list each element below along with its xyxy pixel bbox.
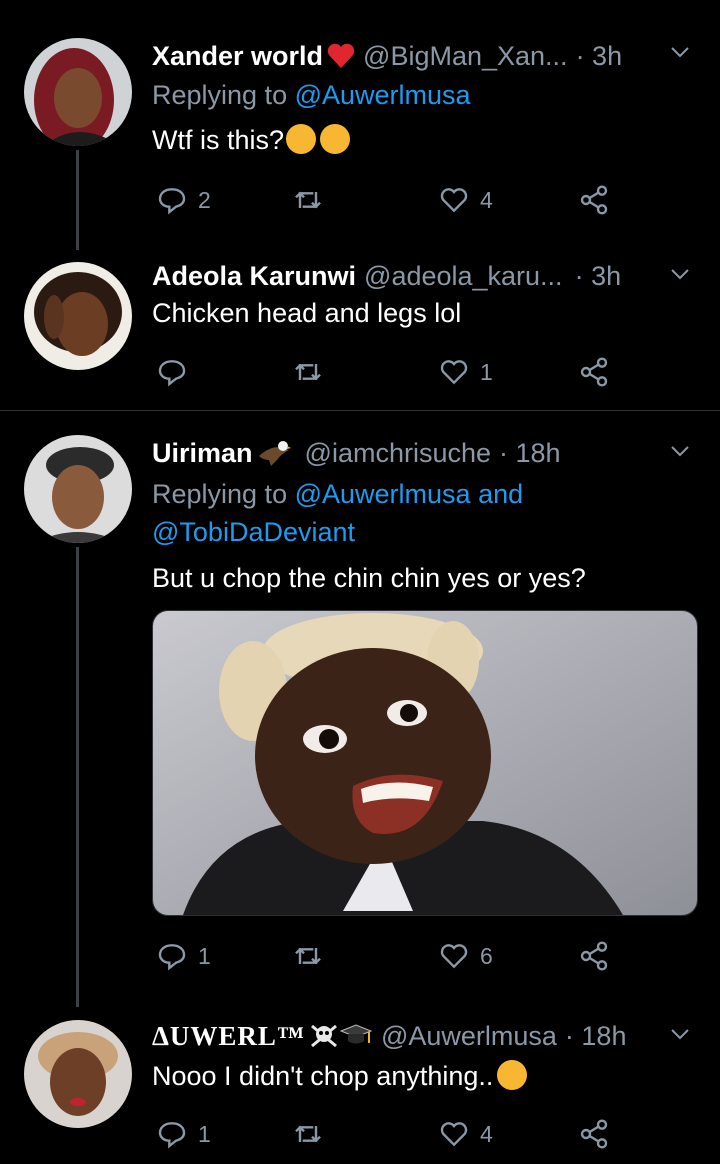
tweet-header: ΔUWERL™ @Auwerlmusa · 18h: [152, 1018, 690, 1054]
tweet-2[interactable]: Adeola Karunwi @adeola_karu... · 3h Chic…: [0, 240, 720, 410]
like-count: 4: [480, 186, 493, 213]
reply-count: 1: [198, 942, 211, 969]
reply-icon: [158, 944, 186, 971]
display-name[interactable]: Uiriman: [152, 438, 253, 469]
reply-button[interactable]: 1: [156, 938, 211, 974]
tweet-text: Nooo I didn't chop anything..: [152, 1060, 528, 1092]
timestamp[interactable]: · 18h: [565, 1021, 627, 1052]
retweet-icon: [295, 1125, 321, 1143]
tweet-header: Adeola Karunwi @adeola_karu... · 3h: [152, 258, 690, 294]
retweet-icon: [295, 363, 321, 381]
skull-crossbones-icon: [310, 1024, 337, 1048]
chevron-down-icon[interactable]: [668, 1022, 692, 1046]
like-count: 1: [480, 358, 493, 385]
tweet-actions: 1 6: [152, 938, 632, 974]
reply-icon: [158, 360, 186, 387]
retweet-button[interactable]: [292, 938, 334, 974]
reply-count: 1: [198, 1120, 211, 1147]
tweet-actions: 1: [152, 354, 632, 390]
tweet-text-content: But u chop the chin chin yes or yes?: [152, 563, 586, 593]
avatar[interactable]: [24, 38, 132, 146]
tweet-actions: 1 4: [152, 1116, 632, 1152]
reply-count: 2: [198, 186, 211, 213]
handle[interactable]: @BigMan_Xan...: [363, 41, 568, 72]
timestamp[interactable]: · 3h: [575, 261, 622, 292]
tweet-text-content: Wtf is this?: [152, 125, 285, 155]
like-count: 4: [480, 1120, 493, 1147]
heart-icon: [440, 944, 468, 969]
tweet-photo[interactable]: [152, 610, 698, 916]
reply-button[interactable]: [156, 354, 198, 390]
chevron-down-icon[interactable]: [668, 439, 692, 463]
reply-icon: [158, 188, 186, 215]
share-button[interactable]: [578, 1116, 610, 1152]
meme-photo: [153, 611, 697, 915]
heart-icon: [440, 1122, 468, 1147]
replying-to: Replying to @Auwerlmusa and: [152, 479, 523, 510]
reply-button[interactable]: 2: [156, 182, 211, 218]
reply-icon: [158, 1122, 186, 1149]
timestamp[interactable]: · 3h: [576, 41, 623, 72]
avatar[interactable]: [24, 435, 132, 543]
avatar[interactable]: [24, 1020, 132, 1128]
display-name[interactable]: Xander world: [152, 41, 323, 72]
smirking-face-icon: [497, 1060, 528, 1090]
share-icon: [580, 357, 608, 387]
tweet-3[interactable]: Uiriman @iamchrisuche · 18h Replying to …: [0, 411, 720, 1007]
like-button[interactable]: 6: [438, 938, 493, 974]
reply-button[interactable]: 1: [156, 1116, 211, 1152]
share-button[interactable]: [578, 354, 610, 390]
mention-link[interactable]: @TobiDaDeviant: [152, 517, 355, 547]
replying-label: Replying to: [152, 80, 288, 110]
tweet-text-content: Chicken head and legs lol: [152, 298, 462, 328]
tweet-text: Chicken head and legs lol: [152, 298, 461, 329]
retweet-icon: [295, 947, 321, 965]
like-count: 6: [480, 942, 493, 969]
replying-and: and: [478, 479, 524, 509]
handle[interactable]: @adeola_karu...: [364, 261, 563, 292]
chevron-down-icon[interactable]: [668, 262, 692, 286]
mention-link[interactable]: @Auwerlmusa: [295, 479, 471, 509]
tweet-header: Xander world @BigMan_Xan... · 3h: [152, 38, 690, 74]
avatar[interactable]: [24, 262, 132, 370]
display-name[interactable]: Adeola Karunwi: [152, 261, 356, 292]
like-button[interactable]: 4: [438, 1116, 493, 1152]
eagle-icon: [258, 441, 291, 466]
tweet-text: But u chop the chin chin yes or yes?: [152, 563, 586, 594]
tweet-4[interactable]: ΔUWERL™ @Auwerlmusa · 18h Nooo I didn't …: [0, 1000, 720, 1164]
red-heart-icon: [327, 43, 355, 68]
tweet-1[interactable]: Xander world @BigMan_Xan... · 3h Replyin…: [0, 0, 720, 250]
tweet-header: Uiriman @iamchrisuche · 18h: [152, 435, 690, 471]
loudly-crying-face-icon: [320, 124, 351, 154]
loudly-crying-face-icon: [286, 124, 317, 154]
handle[interactable]: @Auwerlmusa: [381, 1021, 557, 1052]
retweet-button[interactable]: [292, 182, 334, 218]
tweet-actions: 2 4: [152, 182, 632, 218]
share-icon: [580, 1119, 608, 1149]
tweet-text: Wtf is this?: [152, 124, 351, 156]
share-button[interactable]: [578, 182, 610, 218]
share-icon: [580, 185, 608, 215]
thread-line: [76, 150, 79, 250]
graduation-cap-icon: [339, 1024, 373, 1044]
retweet-button[interactable]: [292, 1116, 334, 1152]
handle[interactable]: @iamchrisuche: [305, 438, 491, 469]
retweet-icon: [295, 191, 321, 209]
mention-link[interactable]: @Auwerlmusa: [295, 80, 471, 110]
timestamp[interactable]: · 18h: [499, 438, 561, 469]
like-button[interactable]: 1: [438, 354, 493, 390]
heart-icon: [440, 360, 468, 385]
thread-line: [76, 547, 79, 1007]
replying-label: Replying to: [152, 479, 288, 509]
replying-to: Replying to @Auwerlmusa: [152, 80, 471, 111]
tweet-text-content: Nooo I didn't chop anything..: [152, 1061, 494, 1091]
retweet-button[interactable]: [292, 354, 334, 390]
share-button[interactable]: [578, 938, 610, 974]
like-button[interactable]: 4: [438, 182, 493, 218]
display-name[interactable]: ΔUWERL™: [152, 1021, 305, 1052]
chevron-down-icon[interactable]: [668, 40, 692, 64]
heart-icon: [440, 188, 468, 213]
replying-to-2: @TobiDaDeviant: [152, 517, 355, 548]
share-icon: [580, 941, 608, 971]
